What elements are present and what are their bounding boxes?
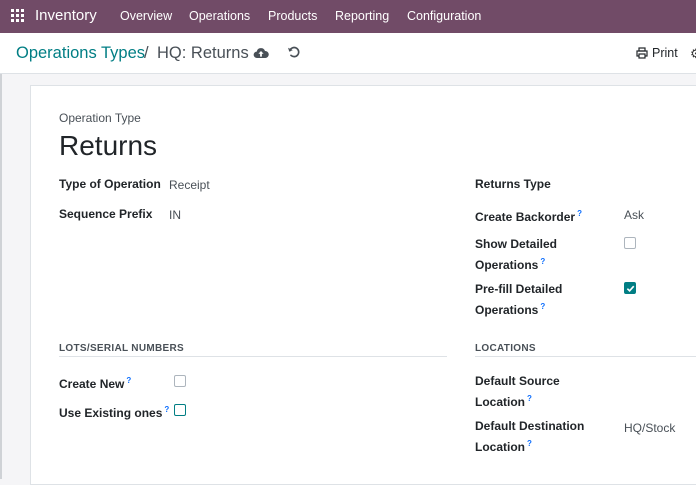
returns-type-label: Returns Type [475,177,551,191]
app-name[interactable]: Inventory [35,7,97,24]
check-icon [626,285,635,293]
create-new-label: Create New? [59,376,132,391]
print-button[interactable]: Print [636,45,678,61]
help-icon[interactable]: ? [577,209,582,218]
prefill-detailed-operations-label: Pre-fill Detailed Operations? [475,282,563,317]
locations-section-divider [475,356,696,357]
create-backorder-value[interactable]: Ask [624,208,644,222]
help-icon[interactable]: ? [527,439,532,448]
help-icon[interactable]: ? [126,376,131,385]
menu-configuration[interactable]: Configuration [407,9,481,23]
discard-undo-icon[interactable] [287,45,301,59]
menu-operations[interactable]: Operations [189,9,250,23]
use-existing-checkbox[interactable] [174,404,186,416]
use-existing-label: Use Existing ones? [59,405,170,420]
apps-grid-icon[interactable] [11,9,24,22]
lots-section-title: LOTS/SERIAL NUMBERS [59,343,184,354]
left-edge [0,74,2,479]
default-source-location-label: Default Source Location? [475,374,560,409]
menu-products[interactable]: Products [268,9,317,23]
operation-type-label: Operation Type [59,111,141,125]
menu-reporting[interactable]: Reporting [335,9,389,23]
help-icon[interactable]: ? [540,302,545,311]
gear-icon[interactable]: ⚙ [690,46,696,62]
top-navbar: Inventory Overview Operations Products R… [0,0,696,33]
lots-section-divider [59,356,447,357]
default-destination-location-label: Default Destination Location? [475,419,585,454]
form-sheet: Operation Type Returns Type of Operation… [30,85,696,485]
help-icon[interactable]: ? [164,405,169,414]
sequence-prefix-label: Sequence Prefix [59,207,153,221]
menu-overview[interactable]: Overview [120,9,172,23]
record-title[interactable]: Returns [59,130,157,162]
breadcrumb-current: HQ: Returns [157,44,249,62]
type-of-operation-value[interactable]: Receipt [169,178,210,192]
breadcrumb-operations-types[interactable]: Operations Types [16,44,145,63]
create-backorder-label: Create Backorder? [475,209,582,224]
control-panel: Operations Types / HQ: Returns Print ⚙ [0,33,696,74]
prefill-detailed-operations-checkbox[interactable] [624,282,636,294]
locations-section-title: LOCATIONS [475,343,536,354]
type-of-operation-label: Type of Operation [59,177,161,191]
create-new-checkbox[interactable] [174,375,186,387]
print-label: Print [652,46,678,60]
default-destination-location-value[interactable]: HQ/Stock [624,421,675,435]
breadcrumb-separator: / [144,44,149,62]
show-detailed-operations-label: Show Detailed Operations? [475,237,558,272]
cloud-upload-icon[interactable] [253,45,269,61]
sequence-prefix-value[interactable]: IN [169,208,181,222]
printer-icon [636,47,648,59]
show-detailed-operations-checkbox[interactable] [624,237,636,249]
help-icon[interactable]: ? [527,394,532,403]
help-icon[interactable]: ? [540,257,545,266]
